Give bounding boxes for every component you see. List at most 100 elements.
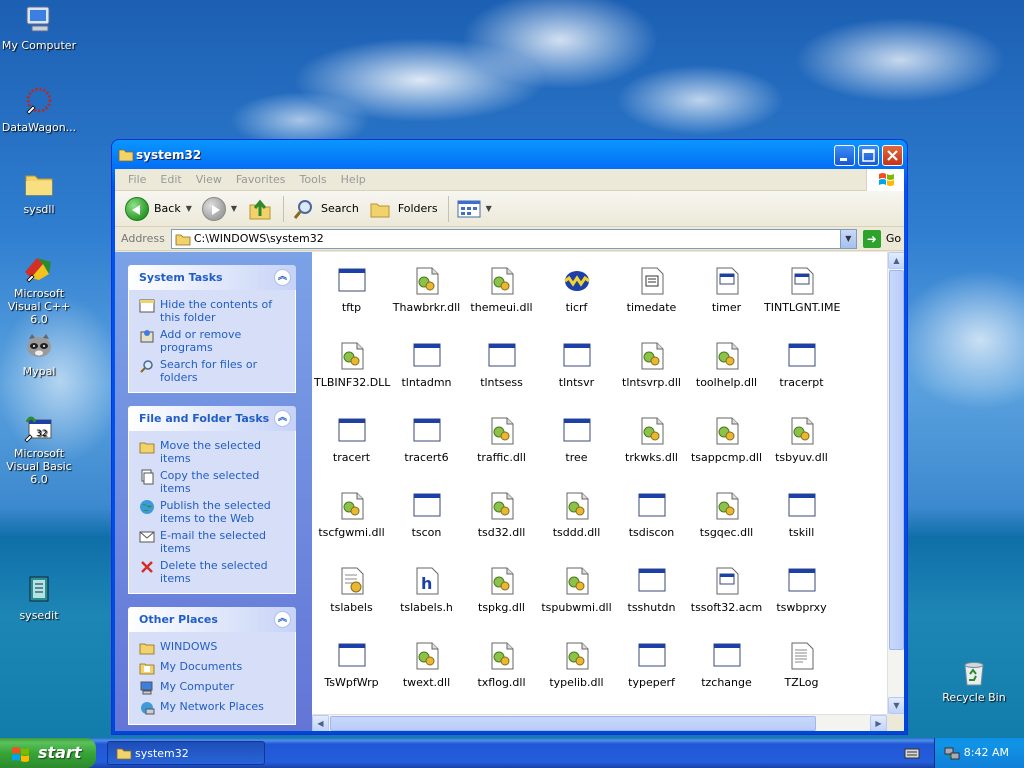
place-my-computer[interactable]: My Computer <box>139 680 289 696</box>
chevron-down-icon[interactable]: ▼ <box>231 204 237 213</box>
scroll-left-button[interactable]: ◀ <box>312 715 329 731</box>
file-item[interactable]: tlntsvrp.dll <box>614 340 689 389</box>
scroll-thumb[interactable] <box>330 716 816 731</box>
maximize-button[interactable] <box>858 145 879 166</box>
views-button[interactable]: ▼ <box>453 197 496 221</box>
file-item[interactable]: trkwks.dll <box>614 415 689 464</box>
file-item[interactable]: tskill <box>764 490 839 539</box>
file-item[interactable]: tspkg.dll <box>464 565 539 614</box>
menu-help[interactable]: Help <box>334 173 373 186</box>
file-item[interactable]: tlntadmn <box>389 340 464 389</box>
file-list[interactable]: tftp Thawbrkr.dll themeui.dll ticrf timedate… <box>312 252 904 731</box>
network-tray-icon[interactable] <box>944 745 960 761</box>
system-tasks-header[interactable]: System Tasks ︽ <box>128 265 296 290</box>
menu-tools[interactable]: Tools <box>293 173 334 186</box>
search-button[interactable]: Search <box>288 195 363 223</box>
file-item[interactable]: themeui.dll <box>464 265 539 314</box>
file-item[interactable]: tracert <box>314 415 389 464</box>
collapse-chevron-icon[interactable]: ︽ <box>274 410 291 427</box>
file-item[interactable]: tftp <box>314 265 389 314</box>
clock[interactable]: 8:42 AM <box>964 746 1009 759</box>
file-item[interactable]: tree <box>539 415 614 464</box>
address-field[interactable]: C:\WINDOWS\system32 ▼ <box>170 228 857 249</box>
vertical-scrollbar[interactable]: ▲ ▼ <box>887 252 904 714</box>
file-item[interactable]: tsdiscon <box>614 490 689 539</box>
scroll-right-button[interactable]: ▶ <box>870 715 887 731</box>
task-delete[interactable]: Delete the selected items <box>139 559 289 585</box>
file-item[interactable]: toolhelp.dll <box>689 340 764 389</box>
chevron-down-icon[interactable]: ▼ <box>486 204 492 213</box>
menu-view[interactable]: View <box>189 173 229 186</box>
go-button[interactable]: ➜ Go <box>862 229 901 248</box>
file-item[interactable]: tsgqec.dll <box>689 490 764 539</box>
folders-button[interactable]: Folders <box>365 195 442 223</box>
keyboard-icon[interactable] <box>904 746 920 760</box>
taskbar-item-system32[interactable]: system32 <box>107 741 265 765</box>
collapse-chevron-icon[interactable]: ︽ <box>274 611 291 628</box>
task-hide-contents[interactable]: Hide the contents of this folder <box>139 298 289 324</box>
close-button[interactable] <box>882 145 903 166</box>
file-item[interactable]: tssoft32.acm <box>689 565 764 614</box>
minimize-button[interactable] <box>834 145 855 166</box>
place-my-documents[interactable]: My Documents <box>139 660 289 676</box>
address-dropdown-button[interactable]: ▼ <box>839 229 856 248</box>
task-search-files[interactable]: Search for files or folders <box>139 358 289 384</box>
desktop-icon-mypal[interactable]: Mypal <box>0 330 79 378</box>
file-item[interactable]: tlntsess <box>464 340 539 389</box>
task-email[interactable]: E-mail the selected items <box>139 529 289 555</box>
menu-file[interactable]: File <box>121 173 153 186</box>
desktop-icon-visual-basic[interactable]: 32 Microsoft Visual Basic 6.0 <box>0 412 79 486</box>
other-places-header[interactable]: Other Places ︽ <box>128 607 296 632</box>
file-item[interactable]: tlntsvr <box>539 340 614 389</box>
file-item[interactable]: timedate <box>614 265 689 314</box>
desktop-icon-sysdll[interactable]: sysdll <box>0 168 79 216</box>
desktop-icon-visual-cpp[interactable]: Microsoft Visual C++ 6.0 <box>0 252 79 326</box>
start-button[interactable]: start <box>0 738 96 768</box>
file-item[interactable]: typeperf <box>614 640 689 689</box>
file-item[interactable]: traffic.dll <box>464 415 539 464</box>
task-copy[interactable]: Copy the selected items <box>139 469 289 495</box>
back-button[interactable]: Back ▼ <box>121 195 196 223</box>
file-item[interactable]: tscfgwmi.dll <box>314 490 389 539</box>
file-item[interactable]: TLBINF32.DLL <box>314 340 390 389</box>
place-windows[interactable]: WINDOWS <box>139 640 289 656</box>
up-folder-button[interactable] <box>243 194 277 224</box>
forward-button[interactable]: ▼ <box>198 195 241 223</box>
chevron-down-icon[interactable]: ▼ <box>186 204 192 213</box>
collapse-chevron-icon[interactable]: ︽ <box>274 269 291 286</box>
task-add-remove-programs[interactable]: Add or remove programs <box>139 328 289 354</box>
file-item[interactable]: tsappcmp.dll <box>689 415 764 464</box>
file-item[interactable]: tsshutdn <box>614 565 689 614</box>
desktop-icon-datawagon[interactable]: DataWagon... <box>0 86 79 134</box>
menu-favorites[interactable]: Favorites <box>229 173 293 186</box>
title-bar[interactable]: system32 <box>112 140 907 169</box>
file-item[interactable]: TINTLGNT.IME <box>764 265 840 314</box>
file-item[interactable]: TsWpfWrp <box>314 640 389 689</box>
file-item[interactable]: tracerpt <box>764 340 839 389</box>
place-my-network[interactable]: My Network Places <box>139 700 289 716</box>
file-item[interactable]: tsbyuv.dll <box>764 415 839 464</box>
file-item[interactable]: tspubwmi.dll <box>539 565 614 614</box>
file-item[interactable]: ticrf <box>539 265 614 314</box>
scroll-up-button[interactable]: ▲ <box>888 252 904 269</box>
desktop-icon-sysedit[interactable]: sysedit <box>0 574 79 622</box>
scroll-down-button[interactable]: ▼ <box>888 697 904 714</box>
file-item[interactable]: h tslabels.h <box>389 565 464 614</box>
file-item[interactable]: tracert6 <box>389 415 464 464</box>
horizontal-scrollbar[interactable]: ◀ ▶ <box>312 714 887 731</box>
file-item[interactable]: tscon <box>389 490 464 539</box>
file-item[interactable]: tsddd.dll <box>539 490 614 539</box>
task-publish-web[interactable]: Publish the selected items to the Web <box>139 499 289 525</box>
file-item[interactable]: twext.dll <box>389 640 464 689</box>
desktop-icon-my-computer[interactable]: My Computer <box>0 4 79 52</box>
file-item[interactable]: tsd32.dll <box>464 490 539 539</box>
file-item[interactable]: timer <box>689 265 764 314</box>
explorer-window[interactable]: system32 File Edit View Favorites Tools … <box>111 139 908 735</box>
file-item[interactable]: tzchange <box>689 640 764 689</box>
file-folder-tasks-header[interactable]: File and Folder Tasks ︽ <box>128 406 296 431</box>
task-move[interactable]: Move the selected items <box>139 439 289 465</box>
menu-edit[interactable]: Edit <box>153 173 188 186</box>
file-item[interactable]: TZLog <box>764 640 839 689</box>
scroll-thumb[interactable] <box>889 270 904 650</box>
file-item[interactable]: Thawbrkr.dll <box>389 265 464 314</box>
